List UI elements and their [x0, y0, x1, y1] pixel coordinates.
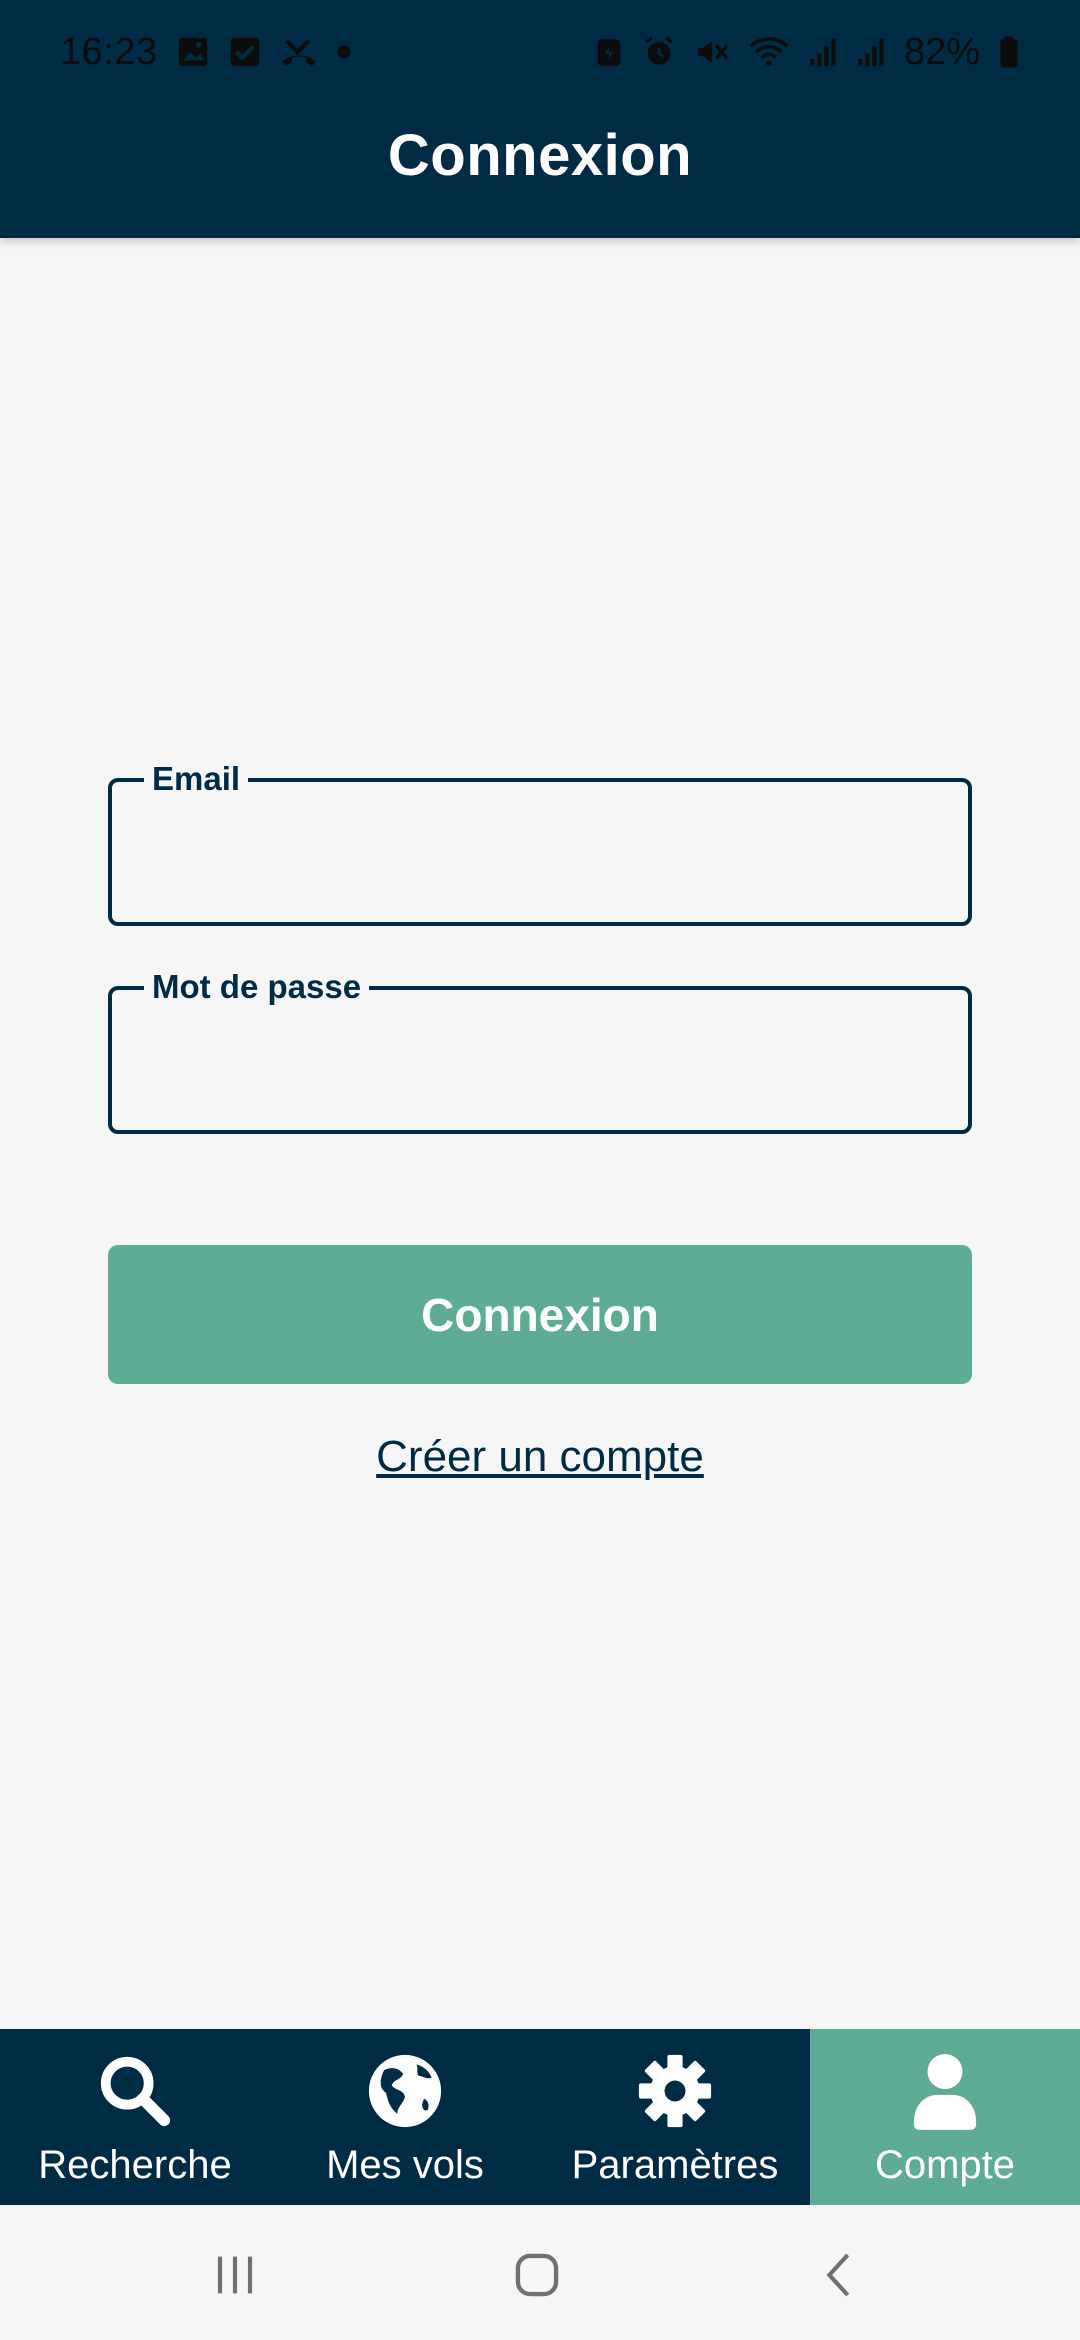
checkbox-icon — [228, 35, 262, 69]
nav-label-mes-vols: Mes vols — [326, 2143, 484, 2187]
battery-saver-icon — [594, 35, 624, 69]
back-icon — [826, 2253, 850, 2297]
home-button[interactable] — [492, 2245, 582, 2305]
status-right: 82% — [594, 31, 1020, 74]
battery-icon — [998, 35, 1020, 69]
app-root: 16:23 82% Connexion Email Mot de passe C… — [0, 0, 1080, 2340]
dot-icon — [336, 44, 352, 60]
nav-label-compte: Compte — [874, 2143, 1016, 2187]
email-input[interactable] — [112, 782, 968, 922]
home-icon — [515, 2253, 559, 2297]
missed-call-icon — [280, 35, 318, 69]
password-input[interactable] — [112, 990, 968, 1130]
status-bar: 16:23 82% — [0, 0, 1080, 104]
mute-icon — [694, 35, 730, 69]
login-button[interactable]: Connexion — [108, 1245, 972, 1384]
nav-item-mes-vols[interactable]: Mes vols — [270, 2029, 540, 2205]
create-account-link[interactable]: Créer un compte — [108, 1432, 972, 1482]
top-app-bar: 16:23 82% Connexion — [0, 0, 1080, 238]
nav-label-parametres: Paramètres — [571, 2143, 779, 2187]
globe-icon — [366, 2051, 444, 2131]
status-time: 16:23 — [60, 30, 158, 73]
nav-label-recherche: Recherche — [38, 2143, 232, 2187]
image-icon — [176, 35, 210, 69]
user-icon — [906, 2051, 984, 2131]
wifi-icon — [748, 35, 790, 69]
search-icon — [96, 2051, 174, 2131]
alarm-icon — [642, 35, 676, 69]
recent-apps-button[interactable] — [190, 2245, 280, 2305]
signal-icon — [808, 35, 838, 69]
bottom-nav: Recherche Mes vols Paramètres Compte — [0, 2029, 1080, 2205]
recent-apps-icon — [217, 2256, 253, 2294]
nav-item-compte[interactable]: Compte — [810, 2029, 1080, 2205]
page-title: Connexion — [387, 123, 693, 188]
nav-item-parametres[interactable]: Paramètres — [540, 2029, 810, 2205]
nav-item-recherche[interactable]: Recherche — [0, 2029, 270, 2205]
password-field[interactable]: Mot de passe — [108, 968, 972, 1134]
battery-percent: 82% — [903, 30, 980, 73]
signal-icon — [856, 35, 886, 69]
login-form: Email Mot de passe Connexion Créer un co… — [108, 760, 972, 1481]
email-field[interactable]: Email — [108, 760, 972, 926]
system-nav-bar — [0, 2205, 1080, 2340]
back-button[interactable] — [796, 2245, 886, 2305]
gear-icon — [636, 2051, 714, 2131]
status-left: 16:23 — [60, 31, 352, 74]
